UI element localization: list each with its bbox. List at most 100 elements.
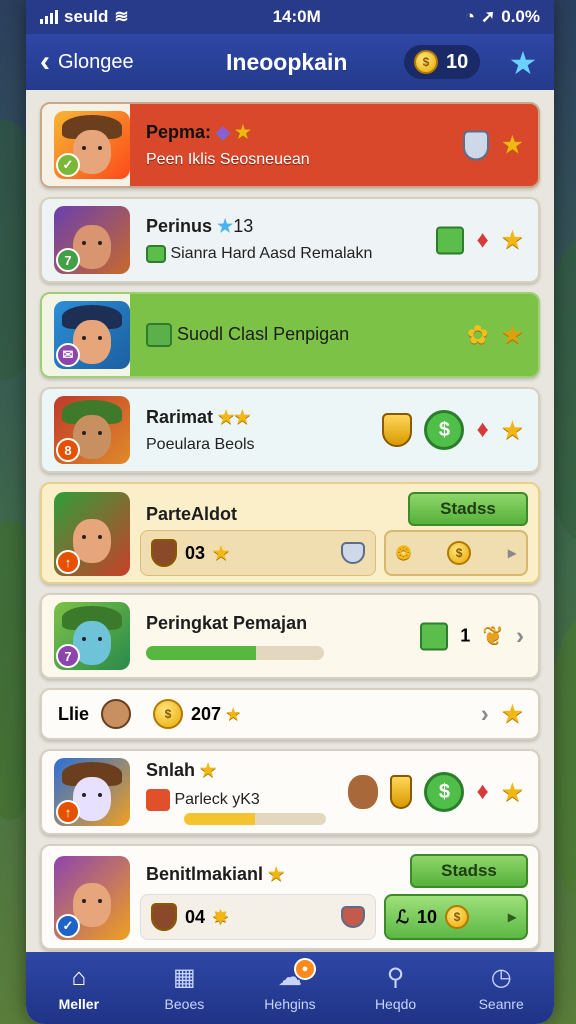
chest-icon <box>146 323 172 347</box>
list-item[interactable]: ↑ Snlah ★ Parleck yK3 $ ♦ ★ <box>40 749 540 835</box>
avatar: ↑ <box>54 492 130 576</box>
pin-icon: ♦ <box>476 778 489 805</box>
shoe-icon: ℒ <box>396 906 409 927</box>
favorite-star-icon[interactable]: ★ <box>501 777 524 808</box>
list-item[interactable]: 7 Perinus ★13 Sianra Hard Aasd Remalakn … <box>40 197 540 283</box>
location-icon: ➚ <box>481 7 496 26</box>
card-icon <box>420 622 449 650</box>
chevron-right-icon: ▸ <box>507 545 516 562</box>
progress-fill <box>146 645 257 660</box>
search-icon: ⚲ <box>386 964 405 991</box>
chevron-right-icon[interactable]: › <box>481 700 489 728</box>
row-subtitle: Parleck yK3 <box>174 790 260 808</box>
top-header: ‹ Glongee Ineoopkain $ 10 ★ <box>26 34 554 90</box>
coin-icon: $ <box>153 699 184 729</box>
list-item[interactable]: ✉ Suodl Clasl Penpigan ✿ ★ <box>40 292 540 378</box>
badge-icon <box>151 903 177 931</box>
favorite-star-icon[interactable]: ★ <box>501 130 524 161</box>
star-icon: ✸ <box>213 906 229 927</box>
back-label: Glongee <box>58 50 134 73</box>
reward-value: 10 <box>416 906 437 927</box>
nav-boxes[interactable]: ▦ Beoes <box>136 964 232 1012</box>
crystal-icon <box>341 542 365 564</box>
signal-icon <box>40 10 58 24</box>
star-icon: ★ <box>200 759 217 780</box>
favorite-star-icon[interactable]: ★ <box>501 415 524 446</box>
star-icon: ★ <box>234 406 251 427</box>
level-badge-icon: 7 <box>56 248 80 272</box>
mini-avatar <box>101 699 132 729</box>
arrow-badge-icon: ↑ <box>56 800 80 824</box>
favorite-star-icon[interactable]: ★ <box>501 225 524 256</box>
coin-balance[interactable]: $ 10 <box>404 45 480 79</box>
favorites-star-button[interactable]: ★ <box>506 46 540 80</box>
avatar: 8 <box>54 396 130 464</box>
coins-icon: ❂ <box>396 542 412 563</box>
nav-clock[interactable]: ◷ Seanre <box>453 964 549 1012</box>
book-icon <box>436 226 465 254</box>
list-item[interactable]: ↑ ParteAldot Stadss 03 ★ ❂ $ ▸ <box>40 482 540 584</box>
crystal-icon <box>341 906 365 928</box>
rank-value: 04 <box>185 906 206 927</box>
monster-icon <box>348 775 379 809</box>
nav-search[interactable]: ⚲ Heqdo <box>348 964 444 1012</box>
list-item[interactable]: ✓ Benitlmakianl ★ Stadss 04 ✸ ℒ 10 $ ▸ <box>40 844 540 950</box>
shield-icon <box>390 775 413 809</box>
gem-icon: ◆ <box>216 121 230 142</box>
nav-label: Heqdo <box>374 996 417 1012</box>
progress-fill <box>184 812 255 825</box>
stats-button[interactable]: Stadss <box>410 854 528 888</box>
star-icon: ★ <box>217 216 234 237</box>
list-item[interactable]: Llie $ 207 ★ › ★ <box>40 688 540 740</box>
check-badge-icon: ✓ <box>56 153 80 177</box>
check-badge-icon: ✓ <box>56 914 80 938</box>
nav-home[interactable]: ⌂ Meller <box>31 964 127 1012</box>
row-subtitle: Sianra Hard Aasd Remalakn <box>170 245 373 263</box>
row-name: Rarimat <box>146 406 214 427</box>
shield-icon <box>382 413 413 447</box>
avatar: ✓ <box>54 111 130 179</box>
progress-bar <box>184 812 326 825</box>
map-icon <box>146 245 166 264</box>
pin-icon: ♦ <box>476 416 489 443</box>
rank-box: 04 ✸ <box>140 894 376 940</box>
row-value: 207 <box>191 703 222 724</box>
box-icon: ▦ <box>173 964 196 991</box>
rank-value: 03 <box>185 542 206 563</box>
level-badge-icon: 8 <box>56 438 80 462</box>
list-item[interactable]: ✓ Pepma: ◆ ★ Peen Iklis Seosneuean ★ <box>40 102 540 188</box>
row-count: 1 <box>460 625 471 646</box>
favorite-star-icon[interactable]: ★ <box>501 320 524 351</box>
list-item[interactable]: 7 Peringkat Pemajan 1 ❦ › <box>40 593 540 679</box>
gold-badge-icon: ✿ <box>466 319 489 350</box>
avatar: ↑ <box>54 758 130 826</box>
page-title: Ineoopkain <box>226 48 348 75</box>
nav-label: Hehgins <box>264 996 316 1012</box>
stats-button[interactable]: Stadss <box>408 492 528 526</box>
rank-box: 03 ★ <box>140 530 376 576</box>
bag-icon <box>146 788 170 811</box>
coin-icon: $ <box>414 50 438 74</box>
row-name: Snlah <box>146 759 196 780</box>
progress-bar <box>146 645 324 660</box>
chevron-right-icon[interactable]: › <box>516 622 524 650</box>
row-name: Benitlmakianl <box>146 864 264 884</box>
coin-icon: $ <box>445 905 469 929</box>
favorite-star-icon[interactable]: ★ <box>501 699 524 730</box>
chat-icon: ☁ <box>277 964 302 991</box>
row-name-value: 13 <box>233 216 254 237</box>
back-button[interactable]: ‹ Glongee <box>40 47 134 77</box>
nav-chat[interactable]: ☁ ● Hehgins <box>242 958 338 1012</box>
star-icon: ★ <box>234 121 252 142</box>
star-icon: ★ <box>225 703 242 724</box>
row-name: Pepma: <box>146 121 212 142</box>
crystal-icon <box>462 130 489 160</box>
dollar-coin-icon: $ <box>424 410 465 450</box>
alarm-icon: ◔ <box>464 7 475 26</box>
list-item[interactable]: 8 Rarimat ★★ Poeulara Beols $ ♦ ★ <box>40 387 540 473</box>
heart-icon: ❦ <box>482 620 504 651</box>
arrow-badge-icon: ↑ <box>56 550 80 574</box>
reward-box[interactable]: ℒ 10 $ ▸ <box>384 894 528 940</box>
star-icon: ★ <box>213 542 230 563</box>
reward-box[interactable]: ❂ $ ▸ <box>384 530 528 576</box>
